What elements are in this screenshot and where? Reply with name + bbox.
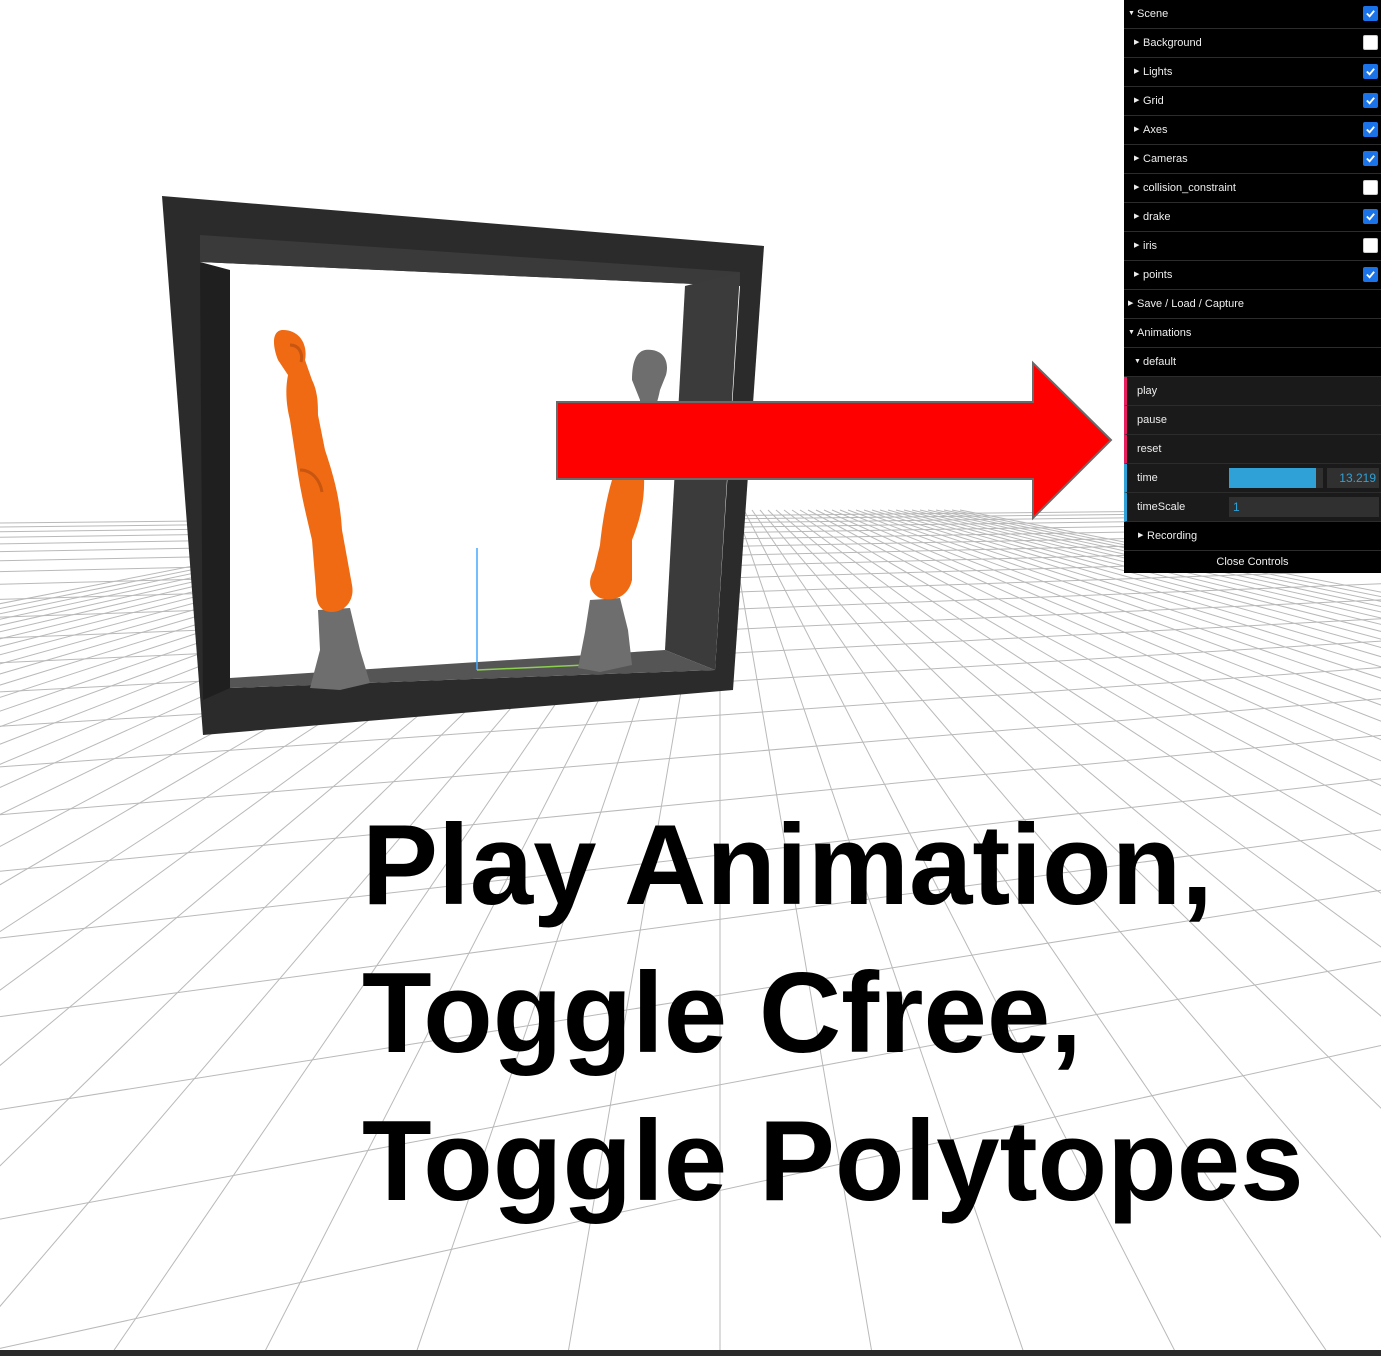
chevron-right-icon: ▶ xyxy=(1134,155,1140,163)
pause-label: pause xyxy=(1137,414,1167,427)
scene-item-iris[interactable]: ▶ iris xyxy=(1124,232,1381,261)
scene-item-label: drake xyxy=(1143,211,1171,224)
time-input[interactable]: 13.219 xyxy=(1327,468,1379,488)
time-slider[interactable] xyxy=(1229,468,1323,488)
play-button[interactable]: play xyxy=(1124,377,1381,406)
reset-label: reset xyxy=(1137,443,1162,456)
folder-save-load[interactable]: ▶ Save / Load / Capture xyxy=(1124,290,1381,319)
folder-animations[interactable]: ▼ Animations xyxy=(1124,319,1381,348)
chevron-right-icon: ▶ xyxy=(1134,271,1140,279)
visibility-checkbox[interactable] xyxy=(1363,267,1378,282)
chevron-down-icon: ▼ xyxy=(1128,10,1135,18)
time-slider-fill xyxy=(1229,468,1317,488)
time-label: time xyxy=(1137,472,1158,485)
timescale-input[interactable]: 1 xyxy=(1229,497,1379,517)
scene-checkbox[interactable] xyxy=(1363,6,1378,21)
folder-recording-label: Recording xyxy=(1147,530,1198,543)
scene-item-label: iris xyxy=(1143,240,1158,253)
scene-item-label: Cameras xyxy=(1143,153,1188,166)
folder-default-label: default xyxy=(1143,356,1177,369)
pause-button[interactable]: pause xyxy=(1124,406,1381,435)
controls-panel: ▼ Scene ▶ Background ▶ Lights ▶ Grid ▶ Axes ▶ Came… xyxy=(1124,0,1381,573)
time-control: time 13.219 xyxy=(1124,464,1381,493)
visibility-checkbox[interactable] xyxy=(1363,180,1378,195)
chevron-right-icon: ▶ xyxy=(1134,68,1140,76)
visibility-checkbox[interactable] xyxy=(1363,151,1378,166)
scene-item-label: Axes xyxy=(1143,124,1168,137)
folder-save-load-label: Save / Load / Capture xyxy=(1137,298,1245,311)
visibility-checkbox[interactable] xyxy=(1363,238,1378,253)
scene-item-cameras[interactable]: ▶ Cameras xyxy=(1124,145,1381,174)
chevron-right-icon: ▶ xyxy=(1134,97,1140,105)
folder-scene[interactable]: ▼ Scene xyxy=(1124,0,1381,29)
chevron-right-icon: ▶ xyxy=(1134,213,1140,221)
scene-item-label: points xyxy=(1143,269,1173,282)
chevron-right-icon: ▶ xyxy=(1134,126,1140,134)
visibility-checkbox[interactable] xyxy=(1363,35,1378,50)
scene-item-lights[interactable]: ▶ Lights xyxy=(1124,58,1381,87)
folder-recording[interactable]: ▶ Recording xyxy=(1124,522,1381,551)
caption-line-2: Toggle Cfree, xyxy=(362,950,1082,1077)
play-label: play xyxy=(1137,385,1158,398)
chevron-right-icon: ▶ xyxy=(1128,300,1134,308)
scene-item-axes[interactable]: ▶ Axes xyxy=(1124,116,1381,145)
scene-item-label: collision_constraint xyxy=(1143,182,1236,195)
visibility-checkbox[interactable] xyxy=(1363,122,1378,137)
timescale-label: timeScale xyxy=(1137,501,1186,514)
timescale-control: timeScale 1 xyxy=(1124,493,1381,522)
caption-text: Play Animation, Toggle Cfree, Toggle Pol… xyxy=(362,792,1304,1236)
scene-item-collision-constraint[interactable]: ▶ collision_constraint xyxy=(1124,174,1381,203)
chevron-right-icon: ▶ xyxy=(1134,39,1140,47)
scene-item-label: Background xyxy=(1143,37,1202,50)
visibility-checkbox[interactable] xyxy=(1363,93,1378,108)
reset-button[interactable]: reset xyxy=(1124,435,1381,464)
scene-item-drake[interactable]: ▶ drake xyxy=(1124,203,1381,232)
folder-animations-label: Animations xyxy=(1137,327,1192,340)
visibility-checkbox[interactable] xyxy=(1363,64,1378,79)
visibility-checkbox[interactable] xyxy=(1363,209,1378,224)
scene-item-grid[interactable]: ▶ Grid xyxy=(1124,87,1381,116)
chevron-down-icon: ▼ xyxy=(1134,358,1141,366)
scene-item-label: Lights xyxy=(1143,66,1173,79)
scene-item-background[interactable]: ▶ Background xyxy=(1124,29,1381,58)
chevron-right-icon: ▶ xyxy=(1134,184,1140,192)
bottom-bar xyxy=(0,1350,1381,1356)
folder-default[interactable]: ▼ default xyxy=(1124,348,1381,377)
chevron-down-icon: ▼ xyxy=(1128,329,1135,337)
caption-line-3: Toggle Polytopes xyxy=(362,1098,1304,1225)
folder-scene-label: Scene xyxy=(1137,8,1169,21)
scene-item-points[interactable]: ▶ points xyxy=(1124,261,1381,290)
chevron-right-icon: ▶ xyxy=(1134,242,1140,250)
scene-item-label: Grid xyxy=(1143,95,1164,108)
caption-line-1: Play Animation, xyxy=(362,802,1213,929)
chevron-right-icon: ▶ xyxy=(1138,532,1144,540)
close-controls-button[interactable]: Close Controls xyxy=(1124,551,1381,573)
